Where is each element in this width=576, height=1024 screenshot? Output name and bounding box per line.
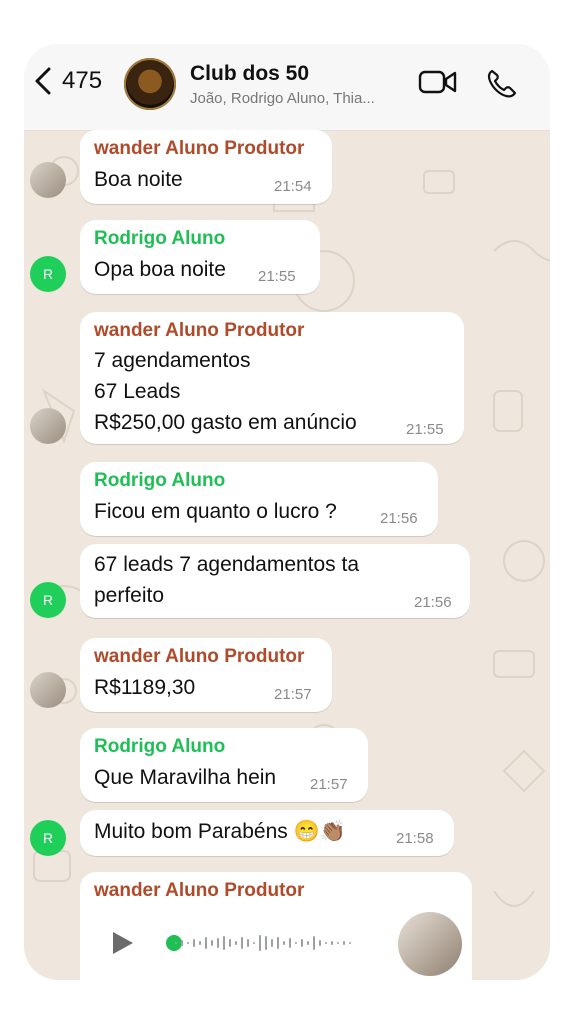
- sender-name[interactable]: wander Aluno Produtor: [94, 138, 304, 160]
- message-bubble: 67 leads 7 agendamentos ta perfeito 21:5…: [80, 544, 470, 618]
- sender-name[interactable]: Rodrigo Aluno: [94, 228, 225, 250]
- message-text: Boa noite: [94, 168, 183, 191]
- chevron-left-icon: [35, 67, 51, 95]
- message-text: Que Maravilha hein: [94, 766, 277, 789]
- message-time: 21:55: [406, 421, 444, 438]
- avatar-letter: R: [42, 592, 54, 608]
- message-time: 21:54: [274, 178, 312, 195]
- message-line: R$250,00 gasto em anúncio: [94, 411, 357, 434]
- message-time: 21:57: [310, 776, 348, 793]
- avatar-letter: R: [42, 266, 54, 282]
- group-members[interactable]: João, Rodrigo Aluno, Thia...: [190, 90, 406, 107]
- message-time: 21:56: [414, 594, 452, 611]
- voice-message-bubble: wander Aluno Produtor: [80, 872, 472, 980]
- message-bubble: wander Aluno Produtor Boa noite 21:54: [80, 130, 332, 204]
- message-bubble: Rodrigo Aluno Opa boa noite 21:55: [80, 220, 320, 294]
- sender-name[interactable]: Rodrigo Aluno: [94, 470, 225, 492]
- message-text: Muito bom Parabéns 😁👏🏽: [94, 820, 346, 843]
- play-icon[interactable]: [110, 929, 136, 957]
- message-line: 7 agendamentos: [94, 349, 251, 372]
- sender-name[interactable]: wander Aluno Produtor: [94, 646, 304, 668]
- group-avatar[interactable]: [124, 58, 176, 110]
- message-text: 67 leads 7 agendamentos ta perfeito: [94, 553, 360, 607]
- message-time: 21:57: [274, 686, 312, 703]
- message-bubble: wander Aluno Produtor 7 agendamentos 67 …: [80, 312, 464, 444]
- back-button[interactable]: 475: [32, 66, 102, 96]
- message-text: Opa boa noite: [94, 258, 226, 281]
- message-text: Ficou em quanto o lucro ?: [94, 500, 337, 523]
- avatar-rodrigo[interactable]: R: [30, 256, 66, 292]
- avatar-letter: R: [42, 830, 54, 846]
- message-bubble: Rodrigo Aluno Ficou em quanto o lucro ? …: [80, 462, 438, 536]
- phone-icon[interactable]: [486, 68, 520, 98]
- message-bubble: Muito bom Parabéns 😁👏🏽 21:58: [80, 810, 454, 856]
- avatar-rodrigo[interactable]: R: [30, 582, 66, 618]
- unread-count: 475: [62, 67, 103, 94]
- message-bubble: wander Aluno Produtor R$1189,30 21:57: [80, 638, 332, 712]
- sender-name[interactable]: wander Aluno Produtor: [94, 320, 304, 342]
- voice-sender-avatar[interactable]: [398, 912, 462, 976]
- voice-waveform[interactable]: [174, 931, 374, 955]
- message-time: 21:56: [380, 510, 418, 527]
- avatar-rodrigo[interactable]: R: [30, 820, 66, 856]
- avatar-wander[interactable]: [30, 408, 66, 444]
- message-bubble: Rodrigo Aluno Que Maravilha hein 21:57: [80, 728, 368, 802]
- message-time: 21:58: [396, 830, 434, 847]
- avatar-wander[interactable]: [30, 672, 66, 708]
- message-time: 21:55: [258, 268, 296, 285]
- group-title[interactable]: Club dos 50: [190, 62, 309, 86]
- avatar-wander[interactable]: [30, 162, 66, 198]
- message-text: R$1189,30: [94, 676, 196, 699]
- message-line: 67 Leads: [94, 380, 181, 403]
- sender-name[interactable]: Rodrigo Aluno: [94, 736, 225, 758]
- video-camera-icon[interactable]: [418, 68, 458, 96]
- chat-header: 475 Club dos 50 João, Rodrigo Aluno, Thi…: [24, 44, 550, 131]
- sender-name[interactable]: wander Aluno Produtor: [94, 880, 304, 902]
- chat-screen: 475 Club dos 50 João, Rodrigo Aluno, Thi…: [24, 44, 550, 980]
